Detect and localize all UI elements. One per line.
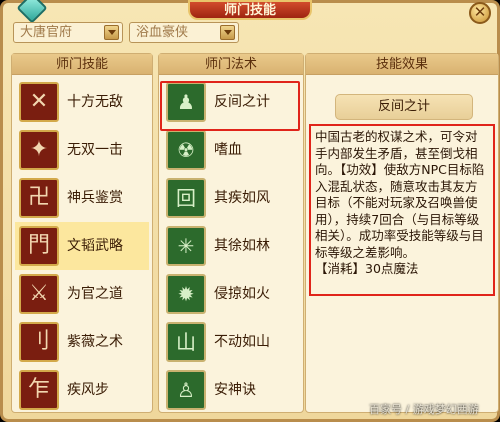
skill-label: 十方无敌 <box>67 94 123 110</box>
skills-column: 师门技能 ✕ 十方无敌 ✦ 无双一击卍神兵鉴赏門文韬武略 ⚔ 为官之道刂紫薇之术乍疾风步 <box>11 53 153 413</box>
skill-label: 无双一击 <box>67 142 123 158</box>
spell-item[interactable]: ♙ 安神诀 <box>162 366 298 414</box>
spell-item[interactable]: 回其疾如风 <box>162 174 298 222</box>
chevron-down-icon[interactable] <box>104 25 119 40</box>
close-button[interactable]: ✕ <box>469 2 491 24</box>
fire-icon: ✹ <box>166 274 206 314</box>
school-dropdown-value: 浴血豪侠 <box>136 25 189 40</box>
watermark: 百家号 / 游戏梦幻西游 <box>369 403 479 416</box>
skull-strike-icon: ✦ <box>19 130 59 170</box>
wind-icon: 回 <box>166 178 206 218</box>
spell-item[interactable]: ☢ 嗜血 <box>162 126 298 174</box>
mountain-icon: 山 <box>166 322 206 362</box>
spell-label: 安神诀 <box>214 382 256 398</box>
effect-skill-name: 反间之计 <box>335 94 473 120</box>
gate-icon: 門 <box>19 226 59 266</box>
wind-step-icon: 乍 <box>19 370 59 410</box>
window-title: 师门技能 <box>188 0 312 20</box>
spell-label: 反间之计 <box>214 94 270 110</box>
forest-icon: ✳ <box>166 226 206 266</box>
effect-description: 中国古老的权谋之术，可令对手内部发生矛盾，甚至倒戈相向。【功效】使敌方NPC目标… <box>309 124 495 296</box>
skill-item[interactable]: ⚔ 为官之道 <box>15 270 149 318</box>
weapon-scroll-icon: 卍 <box>19 178 59 218</box>
spell-item[interactable]: 山不动如山 <box>162 318 298 366</box>
rune-icon: 刂 <box>19 322 59 362</box>
spell-label: 其徐如林 <box>214 238 270 254</box>
skill-label: 疾风步 <box>67 382 109 398</box>
crossed-swords-icon: ⚔ <box>19 274 59 314</box>
spell-item[interactable]: ♟ 反间之计 <box>162 78 298 126</box>
skill-label: 紫薇之术 <box>67 334 123 350</box>
spell-label: 不动如山 <box>214 334 270 350</box>
skill-label: 神兵鉴赏 <box>67 190 123 206</box>
school-dropdown[interactable]: 浴血豪侠 <box>129 22 239 43</box>
cost-text: 30点魔法 <box>365 261 419 276</box>
crossed-axes-icon: ✕ <box>19 82 59 122</box>
spell-label: 其疾如风 <box>214 190 270 206</box>
skill-item[interactable]: 刂紫薇之术 <box>15 318 149 366</box>
spell-label: 侵掠如火 <box>214 286 270 302</box>
spells-header: 师门法术 <box>159 54 303 75</box>
title-bar: 师门技能 ✕ <box>3 0 497 24</box>
skill-label: 为官之道 <box>67 286 123 302</box>
skill-item[interactable]: 卍神兵鉴赏 <box>15 174 149 222</box>
blood-icon: ☢ <box>166 130 206 170</box>
skill-item[interactable]: ✕ 十方无敌 <box>15 78 149 126</box>
two-figures-icon: ♟ <box>166 82 206 122</box>
effect-column: 技能效果 反间之计 中国古老的权谋之术，可令对手内部发生矛盾，甚至倒戈相向。【功… <box>305 53 499 413</box>
skill-item[interactable]: ✦ 无双一击 <box>15 126 149 174</box>
cost-tag: 【消耗】 <box>315 261 366 276</box>
spells-column: 师门法术 ♟ 反间之计 ☢ 嗜血回其疾如风 ✳ 其徐如林 ✹ 侵掠如火山不动如山 ♙ 安神诀 <box>158 53 304 413</box>
skill-item[interactable]: 乍疾风步 <box>15 366 149 414</box>
meditation-icon: ♙ <box>166 370 206 410</box>
skill-window: 师门技能 ✕ 大唐官府 浴血豪侠 师门技能 ✕ 十方无敌 ✦ 无双一击卍神兵鉴赏門文韬… <box>0 0 500 422</box>
spell-item[interactable]: ✳ 其徐如林 <box>162 222 298 270</box>
spell-label: 嗜血 <box>214 142 242 158</box>
skills-header: 师门技能 <box>12 54 152 75</box>
chevron-down-icon[interactable] <box>220 25 235 40</box>
sect-dropdown[interactable]: 大唐官府 <box>13 22 123 43</box>
sect-dropdown-value: 大唐官府 <box>20 25 73 40</box>
effect-header: 技能效果 <box>306 54 498 75</box>
spell-item[interactable]: ✹ 侵掠如火 <box>162 270 298 318</box>
skill-item[interactable]: 門文韬武略 <box>15 222 149 270</box>
gem-icon <box>16 0 48 24</box>
effect-tag: 【功效】 <box>340 162 384 177</box>
skill-label: 文韬武略 <box>67 238 123 254</box>
